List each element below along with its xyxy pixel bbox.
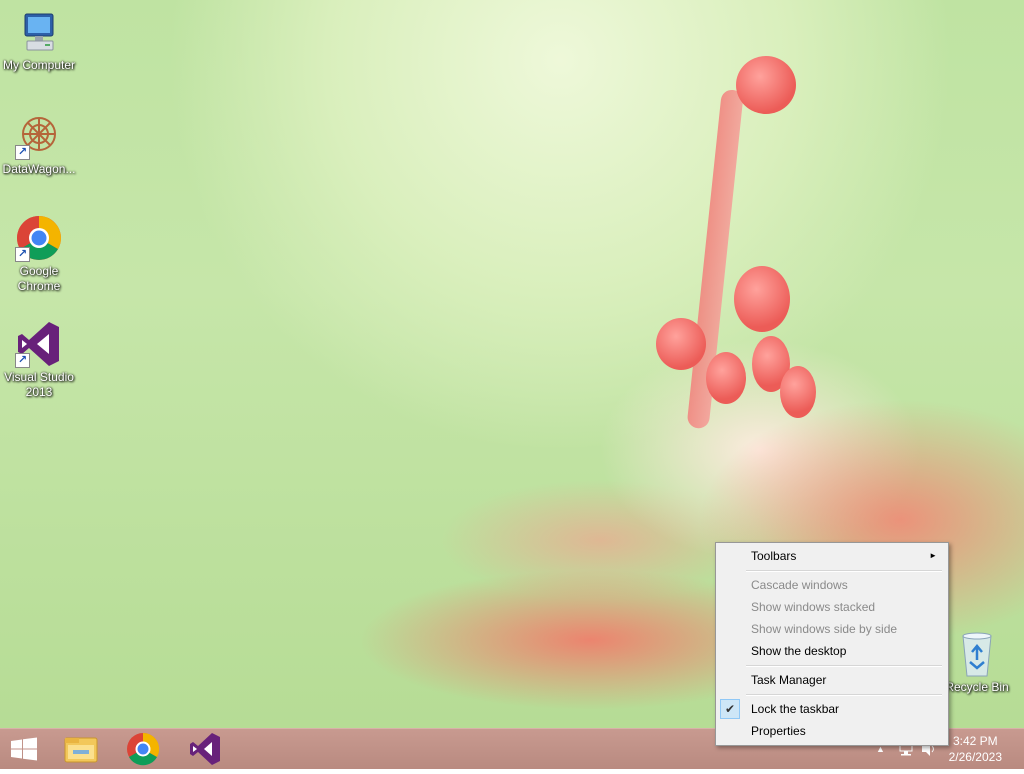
desktop-icon-visual-studio[interactable]: ↗ Visual Studio 2013 — [0, 320, 78, 400]
menu-item-task-manager[interactable]: Task Manager — [717, 669, 947, 691]
taskbar-chrome-button[interactable] — [113, 729, 173, 769]
visual-studio-icon: ↗ — [15, 320, 63, 368]
taskbar-visual-studio-button[interactable] — [174, 729, 234, 769]
menu-item-show-the-desktop[interactable]: Show the desktop — [717, 640, 947, 662]
chrome-icon — [127, 732, 160, 766]
desktop-icon-recycle-bin[interactable]: Recycle Bin — [938, 630, 1016, 695]
visual-studio-icon — [190, 733, 220, 765]
menu-item-label: Show the desktop — [751, 644, 847, 658]
menu-item-show-windows-stacked: Show windows stacked — [717, 596, 947, 618]
windows-logo-icon — [11, 737, 37, 761]
datawagon-icon: ↗ — [15, 112, 63, 160]
desktop-icon-my-computer[interactable]: My Computer — [0, 8, 78, 73]
chrome-icon: ↗ — [15, 214, 63, 262]
taskbar-clock[interactable]: 3:42 PM 2/26/2023 — [949, 733, 1002, 765]
desktop-icon-label: Recycle Bin — [945, 680, 1009, 694]
flower-stamen — [656, 318, 706, 370]
menu-item-label: Properties — [751, 724, 806, 738]
desktop-icon-label: My Computer — [2, 58, 76, 72]
recycle-bin-icon — [953, 630, 1001, 678]
menu-separator — [746, 665, 942, 667]
menu-item-label: Show windows stacked — [751, 600, 876, 614]
submenu-arrow-icon: ► — [929, 551, 937, 560]
shortcut-arrow-icon: ↗ — [15, 247, 30, 262]
flower-stamen — [780, 366, 816, 418]
desktop-icon-label: Google Chrome — [17, 264, 61, 293]
menu-item-label: Lock the taskbar — [751, 702, 840, 716]
shortcut-arrow-icon: ↗ — [15, 145, 30, 160]
flower-stamen — [706, 352, 746, 404]
menu-item-label: Task Manager — [751, 673, 827, 687]
menu-item-label: Show windows side by side — [751, 622, 898, 636]
menu-item-cascade-windows: Cascade windows — [717, 574, 947, 596]
taskbar-context-menu: Toolbars ► Cascade windows Show windows … — [715, 542, 949, 746]
file-explorer-icon — [64, 737, 98, 763]
menu-separator — [746, 570, 942, 572]
menu-item-toolbars[interactable]: Toolbars ► — [717, 545, 947, 567]
taskbar-file-explorer-button[interactable] — [51, 729, 111, 769]
clock-time: 3:42 PM — [952, 734, 998, 748]
clock-date: 2/26/2023 — [948, 750, 1002, 764]
menu-item-lock-the-taskbar[interactable]: ✔ Lock the taskbar — [717, 698, 947, 720]
desktop-icon-datawagon[interactable]: ↗ DataWagon... — [0, 112, 78, 177]
shortcut-arrow-icon: ↗ — [15, 353, 30, 368]
computer-icon — [15, 8, 63, 56]
menu-item-label: Cascade windows — [751, 578, 848, 592]
flower-bud — [736, 56, 796, 114]
menu-separator — [746, 694, 942, 696]
desktop-icon-google-chrome[interactable]: ↗ Google Chrome — [0, 214, 78, 294]
menu-item-properties[interactable]: Properties — [717, 720, 947, 742]
menu-item-label: Toolbars — [751, 549, 797, 563]
desktop-icon-label: DataWagon... — [2, 162, 76, 176]
menu-item-show-windows-side-by-side: Show windows side by side — [717, 618, 947, 640]
start-button[interactable] — [0, 729, 48, 769]
checkmark-icon: ✔ — [720, 699, 740, 719]
desktop-icon-label: Visual Studio 2013 — [4, 370, 74, 399]
flower-stamen — [734, 266, 790, 332]
